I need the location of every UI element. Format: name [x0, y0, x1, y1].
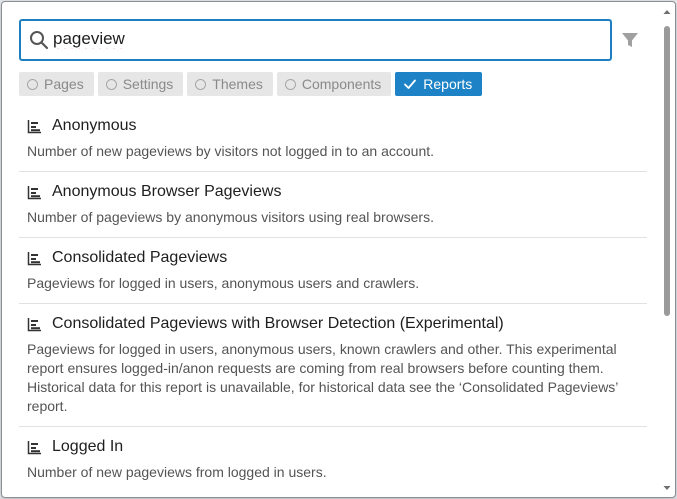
scrollbar[interactable] — [663, 8, 671, 492]
check-icon — [404, 79, 417, 89]
filter-chip-settings[interactable]: Settings — [97, 72, 184, 96]
result-item[interactable]: Consolidated Pageviews with Browser Dete… — [19, 304, 647, 427]
result-title: Consolidated Pageviews with Browser Dete… — [52, 315, 504, 332]
search-input[interactable] — [53, 26, 593, 52]
result-item[interactable]: Anonymous Browser Pageviews Number of pa… — [19, 172, 647, 238]
result-description: Pageviews for logged in users, anonymous… — [27, 275, 420, 291]
filter-chip-label: Themes — [212, 76, 263, 92]
result-title: Anonymous — [52, 117, 137, 134]
filter-icon[interactable] — [621, 31, 639, 49]
filter-chip-label: Pages — [44, 76, 84, 92]
results-list: Anonymous Number of new pageviews by vis… — [19, 106, 647, 492]
filter-chip-label: Components — [301, 76, 382, 92]
bar-chart-icon — [27, 119, 41, 133]
result-title: Anonymous Browser Pageviews — [52, 183, 282, 200]
radio-icon — [27, 78, 38, 90]
filter-chip-themes[interactable]: Themes — [187, 72, 273, 96]
result-item[interactable]: Consolidated Pageviews Pageviews for log… — [19, 238, 647, 304]
scroll-up-arrow-icon[interactable] — [663, 8, 671, 16]
scroll-down-arrow-icon[interactable] — [663, 484, 671, 492]
filter-chip-reports[interactable]: Reports — [395, 72, 483, 96]
scroll-thumb[interactable] — [664, 26, 670, 316]
bar-chart-icon — [27, 440, 41, 454]
filter-chip-pages[interactable]: Pages — [19, 72, 94, 96]
search-dialog: Pages Settings Themes Components Reports — [1, 1, 676, 498]
search-icon — [30, 31, 49, 50]
radio-icon — [195, 78, 207, 90]
filter-chips: Pages Settings Themes Components Reports — [19, 72, 483, 96]
result-title: Logged In — [52, 438, 124, 455]
result-title: Consolidated Pageviews — [52, 249, 228, 266]
bar-chart-icon — [27, 185, 41, 199]
radio-icon — [284, 78, 296, 90]
result-description: Number of new pageviews from logged in u… — [27, 464, 327, 480]
result-item[interactable]: Logged In Number of new pageviews from l… — [19, 427, 647, 492]
bar-chart-icon — [27, 251, 41, 265]
result-description: Number of new pageviews by visitors not … — [27, 143, 435, 159]
search-box[interactable] — [19, 19, 612, 61]
filter-chip-components[interactable]: Components — [276, 72, 392, 96]
result-description: Pageviews for logged in users, anonymous… — [27, 341, 618, 414]
result-item[interactable]: Anonymous Number of new pageviews by vis… — [19, 106, 647, 172]
filter-chip-label: Settings — [122, 76, 174, 92]
bar-chart-icon — [27, 317, 41, 331]
radio-icon — [105, 78, 117, 90]
filter-chip-label: Reports — [423, 76, 473, 92]
search-row — [19, 19, 644, 61]
result-description: Number of pageviews by anonymous visitor… — [27, 209, 434, 225]
